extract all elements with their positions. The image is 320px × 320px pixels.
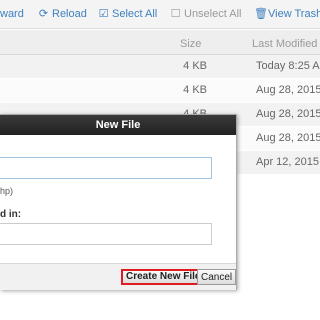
trash-icon: 🗑 [254,8,268,20]
toolbar: ward ⟳ Reload ☑ Select All ☐ Unselect All 🗑… [0,0,320,29]
filename-hint: hp) [0,186,14,196]
column-size[interactable]: Size [180,38,201,50]
location-label: d in: [0,209,22,220]
forward-label: ward [0,8,24,20]
checkbox-checked-icon: ☑ [98,8,109,20]
forward-button[interactable]: ward [0,8,24,21]
row-modified: Apr 12, 2015 6 [256,156,320,168]
filename-input[interactable] [0,157,212,179]
view-trash-label: View Trash [268,8,320,20]
unselect-all-button[interactable]: ☐ Unselect All [170,8,242,21]
row-modified: Aug 28, 2015 [256,84,320,96]
reload-button[interactable]: ⟳ Reload [38,8,87,21]
dialog-title: New File [0,115,236,135]
cancel-button[interactable]: Cancel [197,269,237,285]
column-last-modified[interactable]: Last Modified [252,38,317,50]
new-file-dialog: New File hp) d in: Create New File Cance… [0,114,237,290]
table-row[interactable]: 4 KB Today 8:25 AM [0,55,320,79]
column-header-row: Size Last Modified [0,30,320,55]
reload-label: Reload [52,8,87,20]
select-all-button[interactable]: ☑ Select All [98,8,158,21]
checkbox-empty-icon: ☐ [170,8,181,20]
row-modified: Today 8:25 AM [256,60,320,72]
dialog-footer: Create New File Cancel [0,263,237,290]
table-row[interactable]: 4 KB Aug 28, 2015 [0,79,320,103]
unselect-all-label: Unselect All [184,8,242,20]
row-size: 4 KB [183,84,207,96]
select-all-label: Select All [112,8,158,20]
reload-icon: ⟳ [38,8,49,20]
row-size: 4 KB [183,60,207,72]
location-input[interactable] [0,223,212,245]
row-modified: Aug 28, 2015 [256,108,320,120]
row-modified: Aug 28, 2015 [256,132,320,144]
view-trash-button[interactable]: 🗑View Trash [254,8,320,21]
create-new-file-button[interactable]: Create New File [121,269,206,285]
